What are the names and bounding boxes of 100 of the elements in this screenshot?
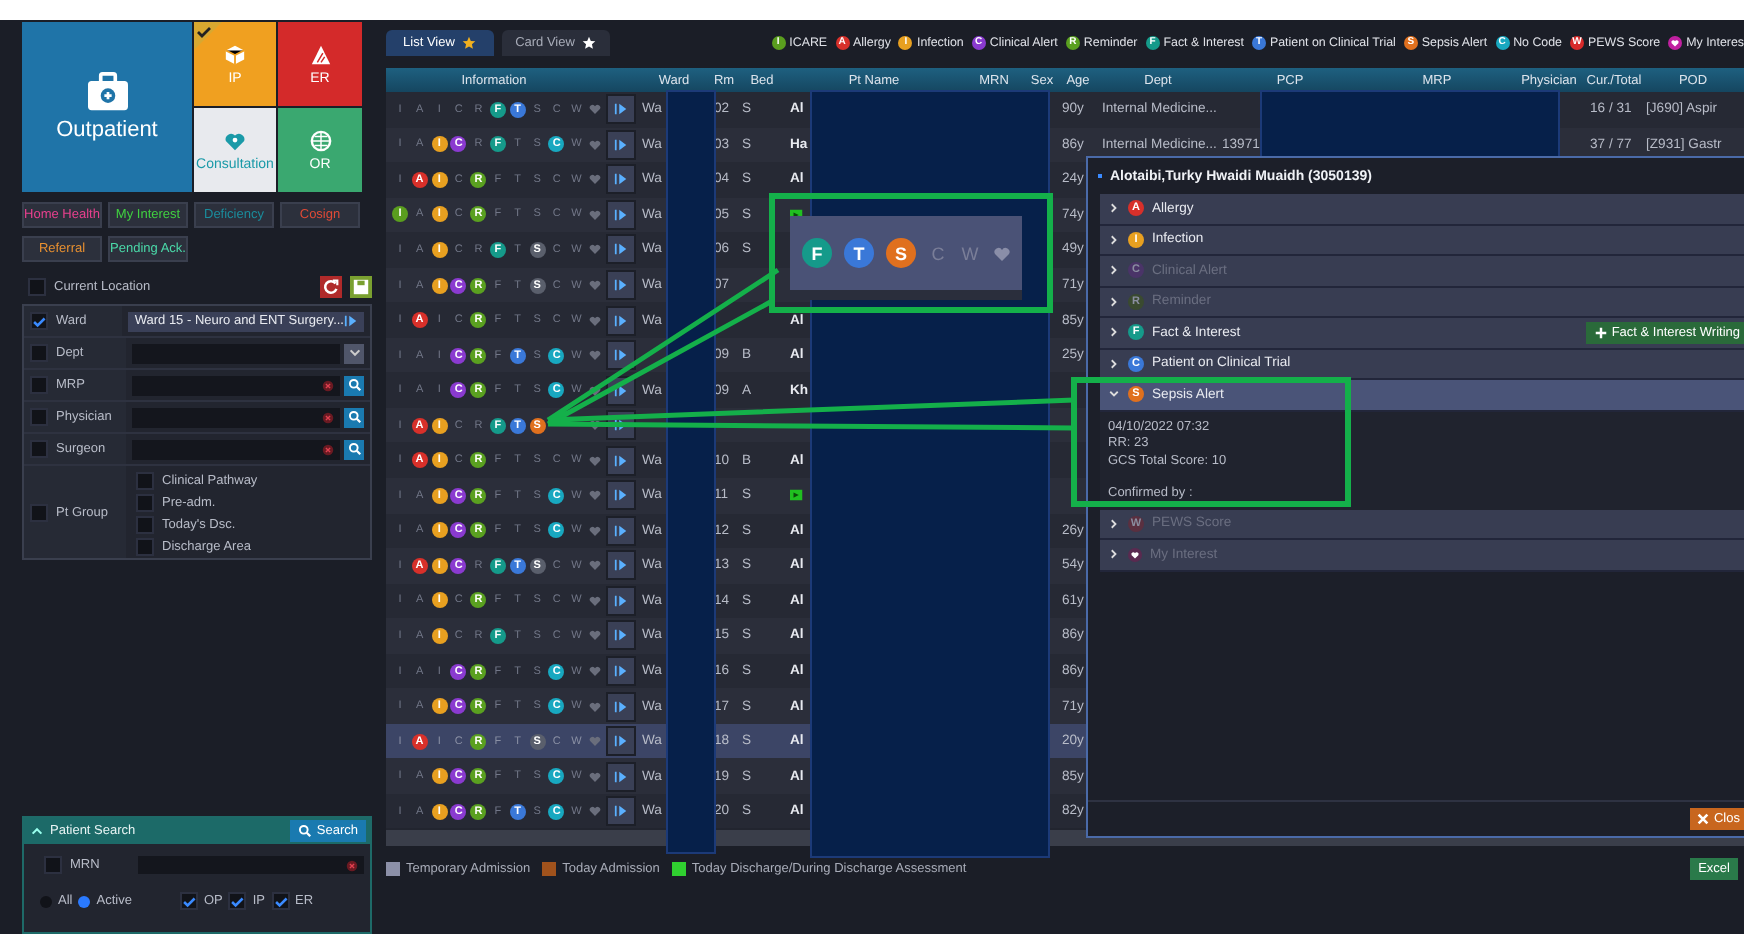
check-icon: [194, 22, 222, 50]
star-icon: [462, 35, 477, 49]
chevron-icon: [1108, 326, 1120, 339]
chevron-icon: [1108, 295, 1120, 308]
arrow-icon: [613, 242, 627, 257]
row-action-button[interactable]: [605, 656, 635, 687]
save-icon: [352, 277, 370, 295]
search-button[interactable]: [344, 439, 364, 459]
arrow-icon: [613, 734, 627, 749]
row-action-button[interactable]: [605, 234, 635, 265]
checkbox[interactable]: [30, 344, 48, 362]
heart-icon: [587, 699, 602, 714]
indicator-badge: S: [886, 238, 916, 268]
search-button[interactable]: [344, 407, 364, 427]
row-action-button[interactable]: [605, 445, 635, 476]
checkbox[interactable]: [30, 503, 48, 521]
search-field[interactable]: [132, 407, 340, 427]
checkbox[interactable]: [136, 516, 154, 534]
chevron-icon: [1108, 264, 1120, 277]
arrow-icon: [613, 383, 627, 398]
heart-icon: [587, 102, 602, 117]
checkbox[interactable]: [136, 538, 154, 556]
search-icon: [298, 824, 313, 838]
dropdown-button[interactable]: [344, 343, 364, 363]
row-action-button[interactable]: [605, 585, 635, 616]
heart-icon: [587, 488, 602, 503]
row-action-button[interactable]: [605, 550, 635, 581]
arrow-icon: [613, 523, 627, 538]
row-action-button[interactable]: [605, 305, 635, 336]
arrow-icon: [613, 348, 627, 363]
search-button[interactable]: [344, 375, 364, 395]
chevron-icon: [1108, 233, 1120, 246]
row-action-button[interactable]: [605, 515, 635, 546]
row-action-button[interactable]: [605, 270, 635, 300]
checkbox[interactable]: [30, 440, 48, 458]
arrow-icon: [613, 453, 627, 468]
checkbox[interactable]: [30, 376, 48, 394]
caret-icon[interactable]: [30, 824, 44, 838]
heart-icon: [587, 628, 602, 643]
heart-icon: [587, 769, 602, 784]
indicator-badge: F: [802, 238, 832, 268]
search-icon: [347, 410, 361, 424]
caret-icon: [347, 346, 361, 360]
row-action-button[interactable]: [605, 691, 635, 722]
chevron-icon: [1108, 517, 1120, 530]
check-icon: [181, 893, 196, 909]
arrow-icon: [613, 804, 627, 819]
search-field[interactable]: [132, 375, 340, 395]
plus-icon: [1593, 325, 1608, 340]
module-tile[interactable]: Outpatient: [22, 22, 192, 192]
checkbox[interactable]: [28, 277, 46, 295]
checkbox[interactable]: [179, 892, 198, 910]
clear-icon[interactable]: [346, 859, 358, 871]
heart-icon: [992, 243, 1012, 263]
row-action-button[interactable]: [605, 164, 635, 195]
mrn-field[interactable]: [138, 856, 364, 874]
arrow-icon: [613, 102, 627, 117]
triangle-icon: [309, 43, 331, 65]
checkbox[interactable]: [136, 472, 154, 490]
row-action-button[interactable]: [605, 480, 635, 511]
refresh-button[interactable]: [320, 275, 342, 297]
save-button[interactable]: [350, 275, 372, 297]
star-icon: [582, 35, 597, 49]
row-action-button[interactable]: [605, 94, 635, 125]
row-action-button[interactable]: [605, 340, 635, 371]
heart-icon: [587, 383, 602, 398]
checkbox[interactable]: [30, 312, 48, 330]
arrow-icon: [613, 278, 627, 292]
refresh-icon: [322, 277, 340, 295]
clear-icon[interactable]: [322, 443, 334, 455]
checkbox[interactable]: [44, 856, 62, 874]
clear-icon[interactable]: [322, 411, 334, 423]
search-field[interactable]: [132, 439, 340, 459]
row-action-button[interactable]: [605, 726, 635, 757]
row-action-button[interactable]: [605, 199, 635, 230]
row-action-button[interactable]: [605, 761, 635, 792]
checkbox[interactable]: [228, 892, 247, 910]
checkbox[interactable]: [30, 408, 48, 426]
heart-icon: [587, 172, 602, 187]
search-icon: [347, 442, 361, 456]
check-icon: [32, 313, 46, 329]
checkbox[interactable]: [271, 892, 289, 910]
arrow-icon: [613, 207, 627, 222]
arrow-icon: [613, 769, 627, 784]
arrow-icon: [613, 313, 627, 328]
clear-icon[interactable]: [322, 379, 334, 391]
chevron-icon: [1108, 202, 1120, 215]
heart-icon: [587, 804, 602, 819]
checkbox[interactable]: [136, 494, 154, 512]
heart-icon: [587, 242, 602, 257]
check-icon: [273, 893, 287, 909]
row-action-button[interactable]: [605, 620, 635, 651]
heart-icon: [587, 664, 602, 679]
cube-icon: [224, 43, 246, 65]
radio-button[interactable]: [78, 895, 91, 907]
row-action-button[interactable]: [605, 796, 635, 827]
check-icon: [230, 893, 245, 909]
heart-icon: [587, 558, 602, 573]
row-action-button[interactable]: [605, 129, 635, 160]
heart-icon: [587, 313, 602, 328]
